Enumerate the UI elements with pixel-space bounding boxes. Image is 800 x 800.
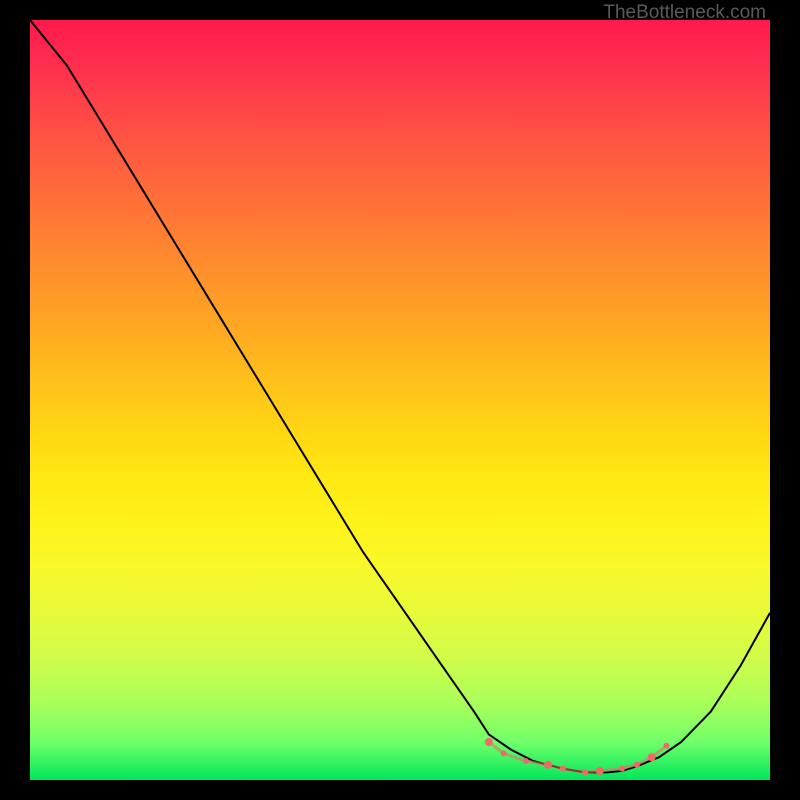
plot-area	[30, 20, 770, 780]
watermark-text: TheBottleneck.com	[603, 2, 766, 24]
bottleneck-curve-line	[30, 20, 770, 772]
curve-svg	[30, 20, 770, 780]
chart-container: TheBottleneck.com	[0, 0, 800, 800]
optimal-zone-markers	[485, 738, 670, 775]
